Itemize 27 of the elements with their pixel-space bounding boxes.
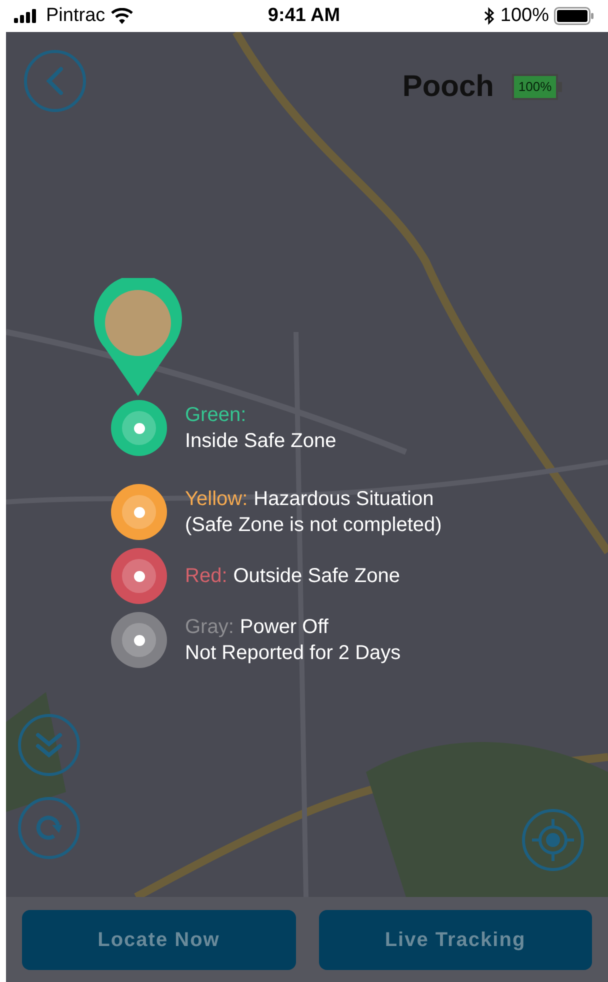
action-button[interactable]: Live Tracking [318,910,592,970]
status-text: Power Off [240,615,328,640]
pet-name: Pooch [402,69,494,105]
chevron-left-icon [45,66,65,96]
battery-percent: 100% [500,4,549,28]
clock-time: 9:41 AM [268,4,340,28]
wifi-icon [111,8,134,24]
battery-reading: 100% [518,80,552,94]
status-note: Inside Safe Zone [185,429,336,454]
locate-button[interactable] [522,809,584,871]
collapse-button[interactable] [18,714,80,776]
double-chevron-down-icon [35,732,63,758]
status-label: Yellow: [185,487,248,512]
back-button[interactable] [24,50,86,112]
status-note: Not Reported for 2 Days [185,641,401,666]
action-button[interactable]: Locate Now [22,910,296,970]
refresh-button[interactable] [18,797,80,859]
battery-icon [554,7,594,25]
status-note: (Safe Zone is not completed) [185,513,442,538]
bluetooth-icon [484,7,496,25]
target-icon [530,817,576,863]
status-text: Hazardous Situation [254,487,434,512]
status-label: Green: [185,403,246,428]
status-text: Outside Safe Zone [233,564,400,589]
carrier-name: Pintrac [46,4,106,28]
status-label: Gray: [185,615,234,640]
status-label: Red: [185,564,228,589]
